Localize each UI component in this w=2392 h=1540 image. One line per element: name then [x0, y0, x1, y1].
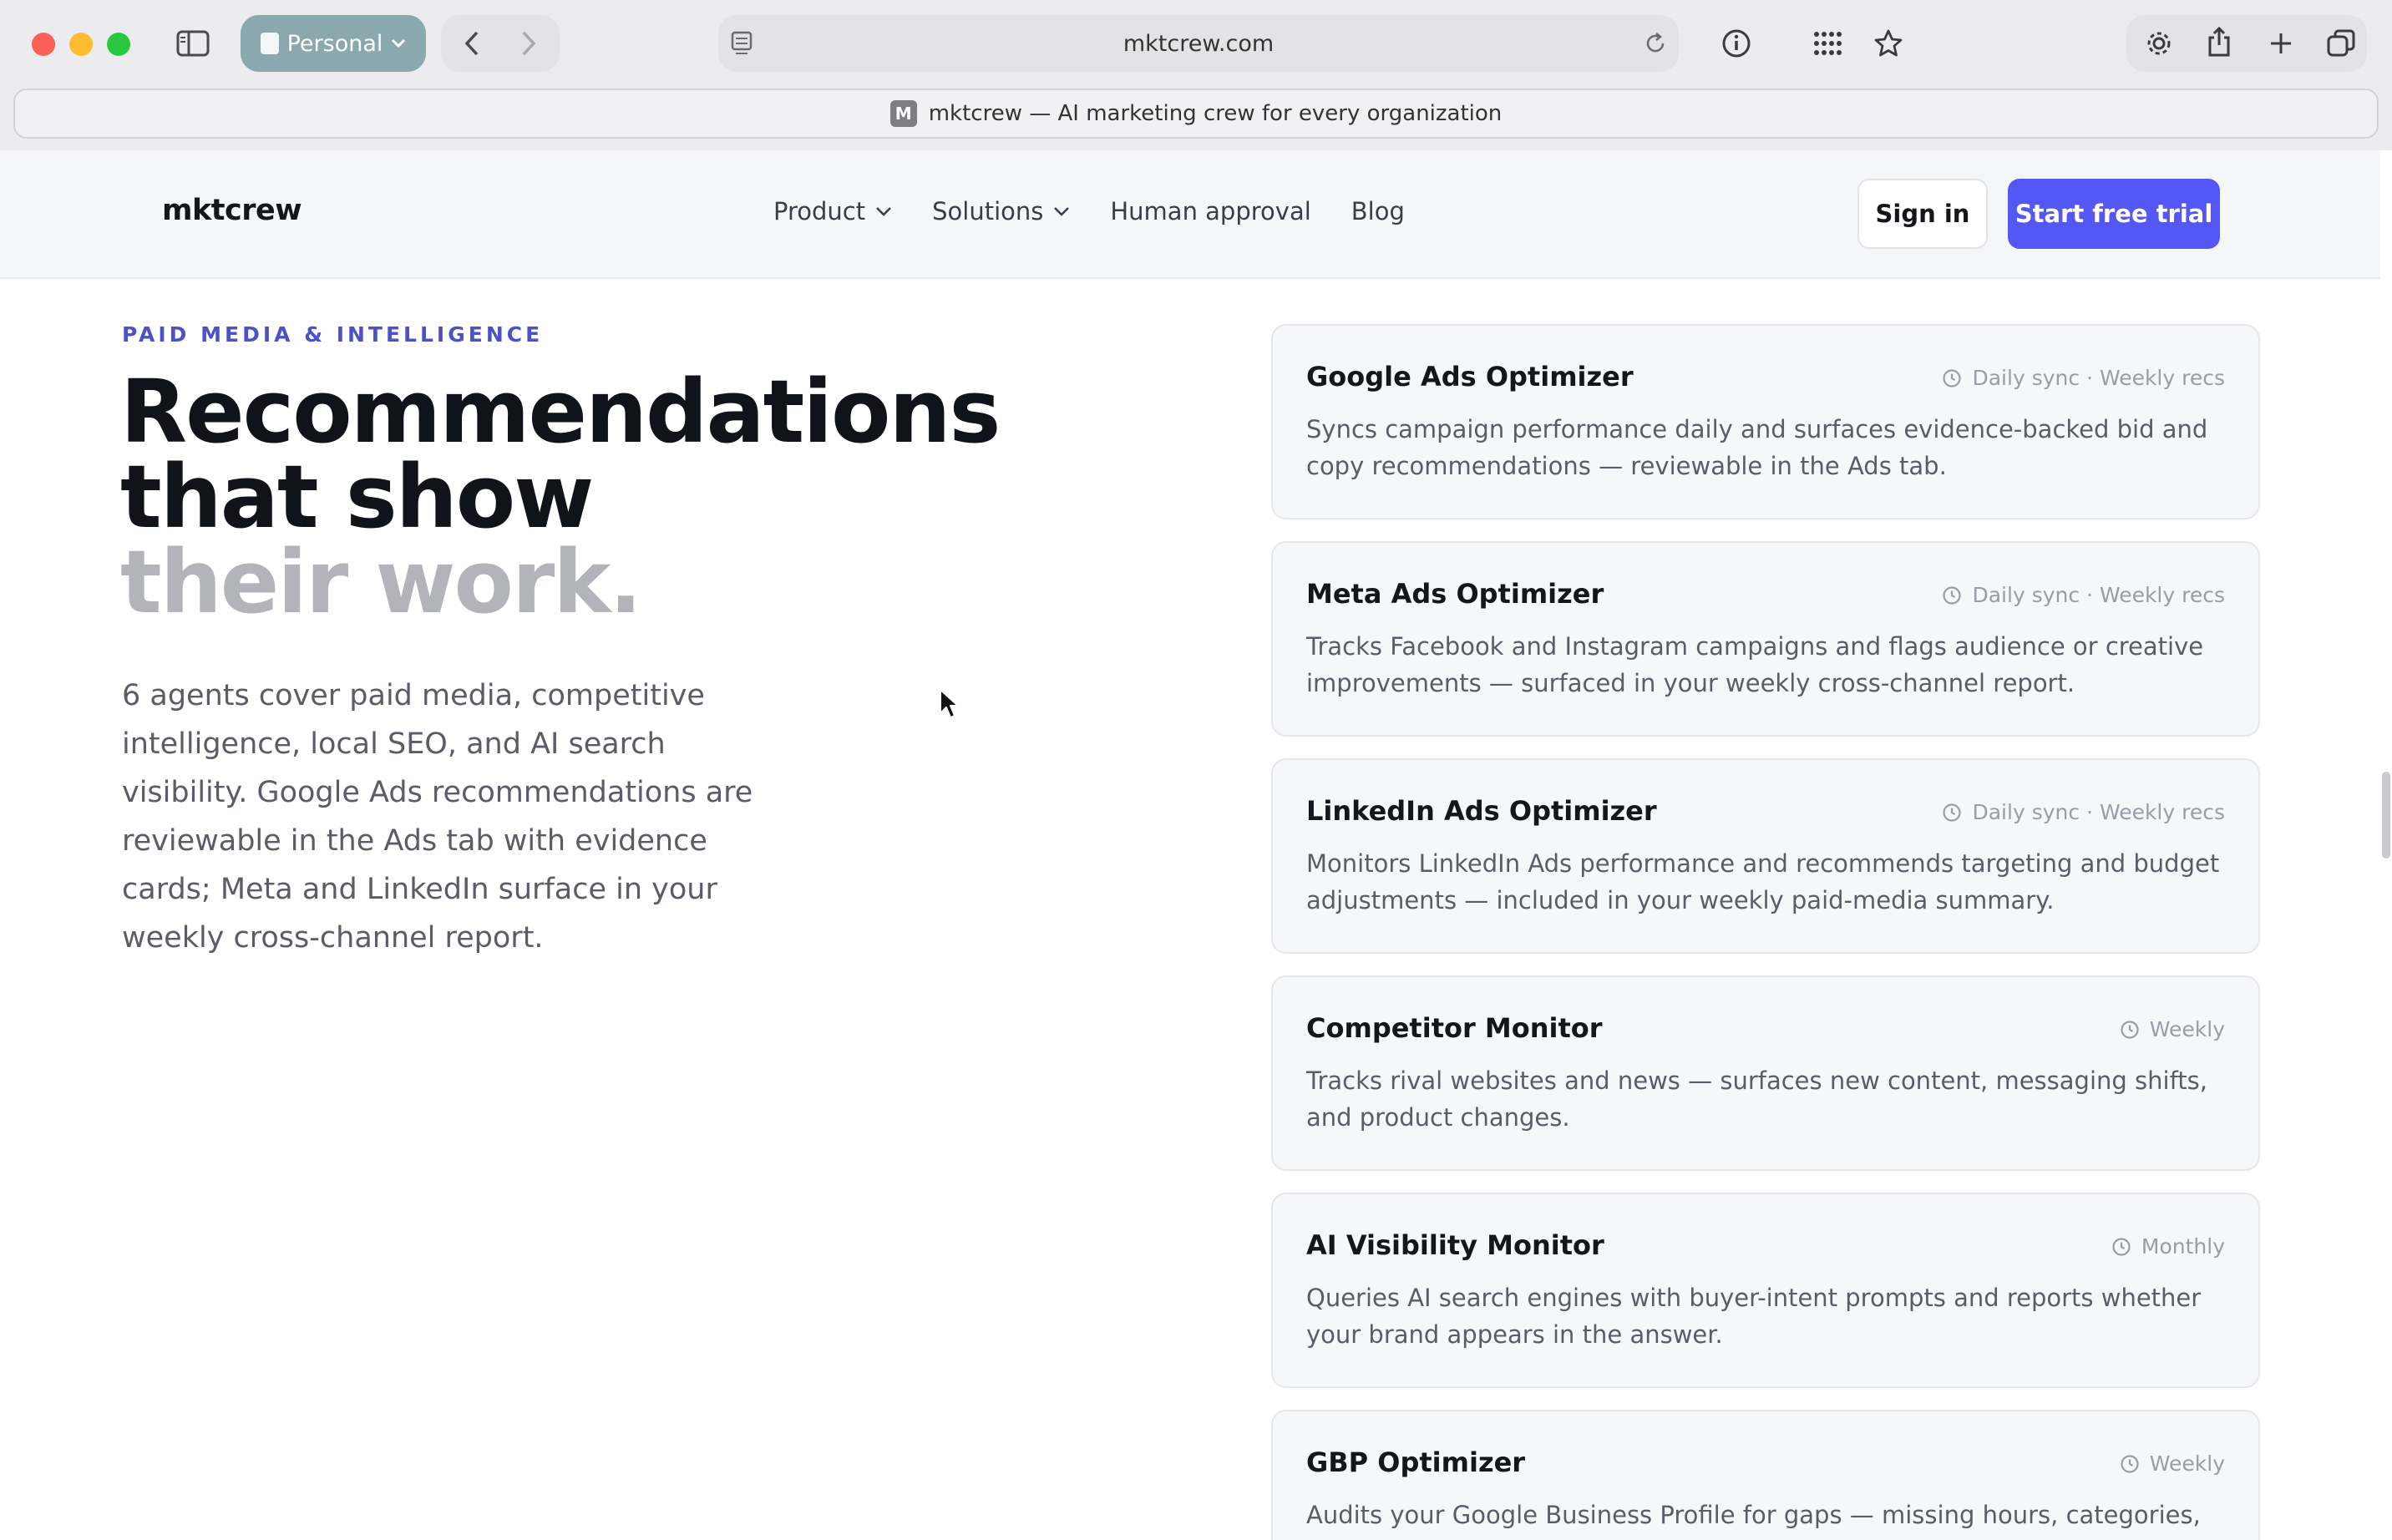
page: Personal mktcrew.com M mktcrew — AI mark… — [0, 0, 2392, 1540]
clock-icon — [1943, 585, 1962, 605]
cadence-label: Weekly — [2149, 1017, 2225, 1041]
tab-title: mktcrew — AI marketing crew for every or… — [928, 101, 1503, 126]
address-bar[interactable]: mktcrew.com — [718, 15, 1679, 72]
tab-overview-icon[interactable] — [2320, 23, 2362, 63]
clock-icon — [1943, 368, 1962, 388]
cadence-label: Daily sync · Weekly recs — [1972, 366, 2225, 390]
reload-icon[interactable] — [1637, 25, 1674, 62]
forward-arrow-icon[interactable] — [508, 23, 550, 63]
hero-headline: Recommendations that show their work. — [120, 361, 1001, 633]
agent-card-cadence: Monthly — [2111, 1234, 2225, 1259]
section-eyebrow: PAID MEDIA & INTELLIGENCE — [122, 322, 544, 347]
site-favicon: M — [889, 100, 917, 127]
profile-switcher[interactable]: Personal — [241, 15, 426, 72]
nav-blog[interactable]: Blog — [1351, 197, 1405, 225]
reader-view-icon[interactable] — [723, 25, 760, 62]
share-icon[interactable] — [2198, 22, 2240, 62]
agent-card-cadence: Daily sync · Weekly recs — [1942, 366, 2225, 390]
agent-card: GBP Optimizer Weekly Audits your Google … — [1271, 1410, 2260, 1540]
sidebar-toggle-icon[interactable] — [174, 25, 212, 62]
gear-icon[interactable] — [2138, 23, 2180, 63]
zoom-window-button[interactable] — [107, 33, 130, 56]
chevron-down-icon — [392, 38, 406, 48]
minimize-window-button[interactable] — [69, 33, 93, 56]
hero-description: 6 agents cover paid media, competitive i… — [122, 679, 753, 955]
nav-solutions[interactable]: Solutions — [932, 197, 1070, 225]
agent-card-description: Tracks Facebook and Instagram campaigns … — [1306, 632, 2204, 697]
agent-card: Meta Ads Optimizer Daily sync · Weekly r… — [1271, 541, 2260, 737]
agent-card: Google Ads Optimizer Daily sync · Weekly… — [1271, 324, 2260, 519]
new-tab-plus-icon[interactable] — [2260, 23, 2302, 63]
mouse-cursor-icon — [940, 689, 959, 718]
cadence-label: Monthly — [2141, 1234, 2225, 1259]
nav-product[interactable]: Product — [773, 197, 892, 225]
nav-solutions-label: Solutions — [932, 197, 1044, 225]
profile-label: Personal — [286, 30, 383, 57]
headline-line-muted: their work. — [120, 531, 642, 633]
cadence-label: Weekly — [2149, 1451, 2225, 1476]
agent-card-description: Queries AI search engines with buyer-int… — [1306, 1284, 2202, 1349]
clock-icon — [2121, 1454, 2139, 1473]
address-text: mktcrew.com — [1123, 30, 1275, 57]
agent-card-cadence: Daily sync · Weekly recs — [1942, 800, 2225, 824]
agent-card-title: Meta Ads Optimizer — [1306, 578, 1604, 610]
active-tab[interactable]: M mktcrew — AI marketing crew for every … — [13, 89, 2379, 139]
bookmark-star-icon[interactable] — [1867, 23, 1909, 63]
site-header: mktcrew Product Solutions Human approval… — [0, 150, 2380, 279]
cadence-label: Daily sync · Weekly recs — [1972, 800, 2225, 824]
chevron-down-icon — [876, 207, 891, 216]
agent-card-description: Audits your Google Business Profile for … — [1306, 1501, 2201, 1540]
agent-card: AI Visibility Monitor Monthly Queries AI… — [1271, 1193, 2260, 1388]
chevron-down-icon — [1054, 207, 1070, 216]
agent-card-title: AI Visibility Monitor — [1306, 1229, 1604, 1261]
agent-card-cadence: Daily sync · Weekly recs — [1942, 583, 2225, 607]
headline-line: that show — [120, 446, 594, 548]
start-free-trial-button[interactable]: Start free trial — [2008, 179, 2220, 249]
scrollbar-thumb[interactable] — [2382, 772, 2390, 859]
sign-in-button[interactable]: Sign in — [1857, 179, 1988, 249]
clock-icon — [2112, 1237, 2131, 1256]
cadence-label: Daily sync · Weekly recs — [1972, 583, 2225, 607]
site-logo[interactable]: mktcrew — [162, 194, 302, 227]
info-icon[interactable] — [1715, 23, 1757, 63]
agent-card-description: Syncs campaign performance daily and sur… — [1306, 415, 2208, 480]
agent-card-title: GBP Optimizer — [1306, 1446, 1526, 1478]
agent-card: LinkedIn Ads Optimizer Daily sync · Week… — [1271, 758, 2260, 954]
back-arrow-icon[interactable] — [451, 23, 493, 63]
agent-card-title: Google Ads Optimizer — [1306, 361, 1634, 393]
main-nav: Product Solutions Human approval Blog — [773, 197, 1405, 225]
agent-card-description: Tracks rival websites and news — surface… — [1306, 1066, 2207, 1132]
agent-card-cadence: Weekly — [2120, 1451, 2225, 1476]
agent-card-title: Competitor Monitor — [1306, 1012, 1603, 1044]
agent-card-description: Monitors LinkedIn Ads performance and re… — [1306, 849, 2220, 914]
agent-card-title: LinkedIn Ads Optimizer — [1306, 795, 1657, 827]
close-window-button[interactable] — [32, 33, 55, 56]
browser-toolbar: Personal mktcrew.com M mktcrew — AI mark… — [0, 0, 2392, 150]
clock-icon — [1943, 803, 1962, 822]
profile-icon — [260, 33, 279, 54]
agent-card-cadence: Weekly — [2120, 1017, 2225, 1041]
clock-icon — [2121, 1020, 2139, 1039]
headline-line: Recommendations — [120, 361, 1001, 463]
nav-product-label: Product — [773, 197, 866, 225]
nav-human-approval[interactable]: Human approval — [1110, 197, 1310, 225]
agent-card: Competitor Monitor Weekly Tracks rival w… — [1271, 975, 2260, 1171]
apps-grid-icon[interactable] — [1807, 23, 1849, 63]
